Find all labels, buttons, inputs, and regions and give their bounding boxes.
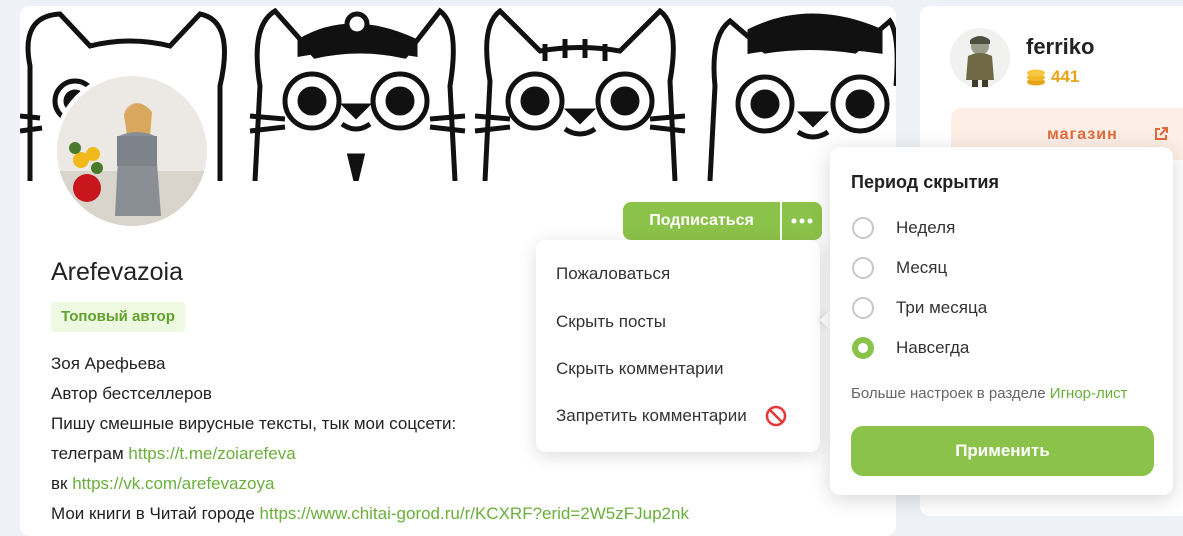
note-text: Больше настроек в разделе (851, 385, 1046, 402)
radio-label: Навсегда (896, 338, 970, 357)
radio-button[interactable] (852, 297, 874, 319)
profile-actions-menu: Пожаловаться Скрыть посты Скрыть коммент… (536, 240, 820, 452)
radio-button[interactable] (852, 257, 874, 279)
bio-books-line: Мои книги в Читай городе https://www.chi… (51, 499, 689, 529)
menu-item-hide-posts[interactable]: Скрыть посты (556, 312, 666, 332)
user-avatar[interactable] (950, 28, 1010, 88)
coins-icon (1027, 69, 1045, 86)
hide-period-popup: Период скрытия Неделя Месяц Три месяца Н… (830, 147, 1173, 495)
bio-books-prefix: Мои книги в Читай городе (51, 504, 255, 523)
bio-vk-prefix: вк (51, 474, 68, 493)
radio-button-selected[interactable] (852, 337, 874, 359)
radio-option-forever[interactable]: Навсегда (852, 337, 969, 359)
more-dots-icon (791, 218, 813, 224)
radio-label: Месяц (896, 258, 948, 277)
ignore-list-link[interactable]: Игнор-лист (1050, 385, 1128, 402)
radio-option-week[interactable]: Неделя (852, 217, 955, 239)
menu-item-label: Пожаловаться (556, 264, 671, 283)
subscribe-button[interactable]: Подписаться (623, 202, 780, 240)
telegram-link[interactable]: https://t.me/zoiarefeva (128, 444, 295, 463)
apply-button[interactable]: Применить (851, 426, 1154, 476)
radio-button[interactable] (852, 217, 874, 239)
bio-vk-line: вк https://vk.com/arefevazoya (51, 469, 689, 499)
vk-link[interactable]: https://vk.com/arefevazoya (72, 474, 274, 493)
current-user-name[interactable]: ferriko (1026, 34, 1094, 60)
radio-option-month[interactable]: Месяц (852, 257, 947, 279)
menu-item-label: Запретить комментарии (556, 406, 747, 425)
menu-item-label: Скрыть посты (556, 312, 666, 331)
radio-label: Неделя (896, 218, 956, 237)
ban-icon (765, 405, 786, 427)
profile-username: Arefevazoia (51, 258, 184, 286)
more-settings-note: Больше настроек в разделе Игнор-лист (851, 385, 1128, 402)
menu-item-label: Скрыть комментарии (556, 359, 724, 378)
popup-title: Период скрытия (851, 172, 999, 192)
shop-label: магазин (1047, 126, 1118, 143)
menu-item-hide-comments[interactable]: Скрыть комментарии (556, 359, 724, 379)
more-options-button[interactable] (782, 202, 822, 240)
coins-balance: 441 (1026, 67, 1079, 87)
bio-telegram-prefix: телеграм (51, 444, 124, 463)
user-avatar-image (950, 28, 1010, 88)
external-link-icon (1155, 127, 1168, 140)
radio-option-three-months[interactable]: Три месяца (852, 297, 987, 319)
profile-avatar[interactable] (53, 72, 211, 230)
coins-count: 441 (1051, 67, 1080, 86)
menu-item-ban-comments[interactable]: Запретить комментарии (556, 405, 787, 427)
top-author-badge: Топовый автор (51, 302, 185, 332)
books-link[interactable]: https://www.chitai-gorod.ru/r/KCXRF?erid… (260, 504, 689, 523)
avatar-photo (57, 76, 207, 226)
menu-item-report[interactable]: Пожаловаться (556, 264, 670, 284)
radio-label: Три месяца (896, 298, 988, 317)
